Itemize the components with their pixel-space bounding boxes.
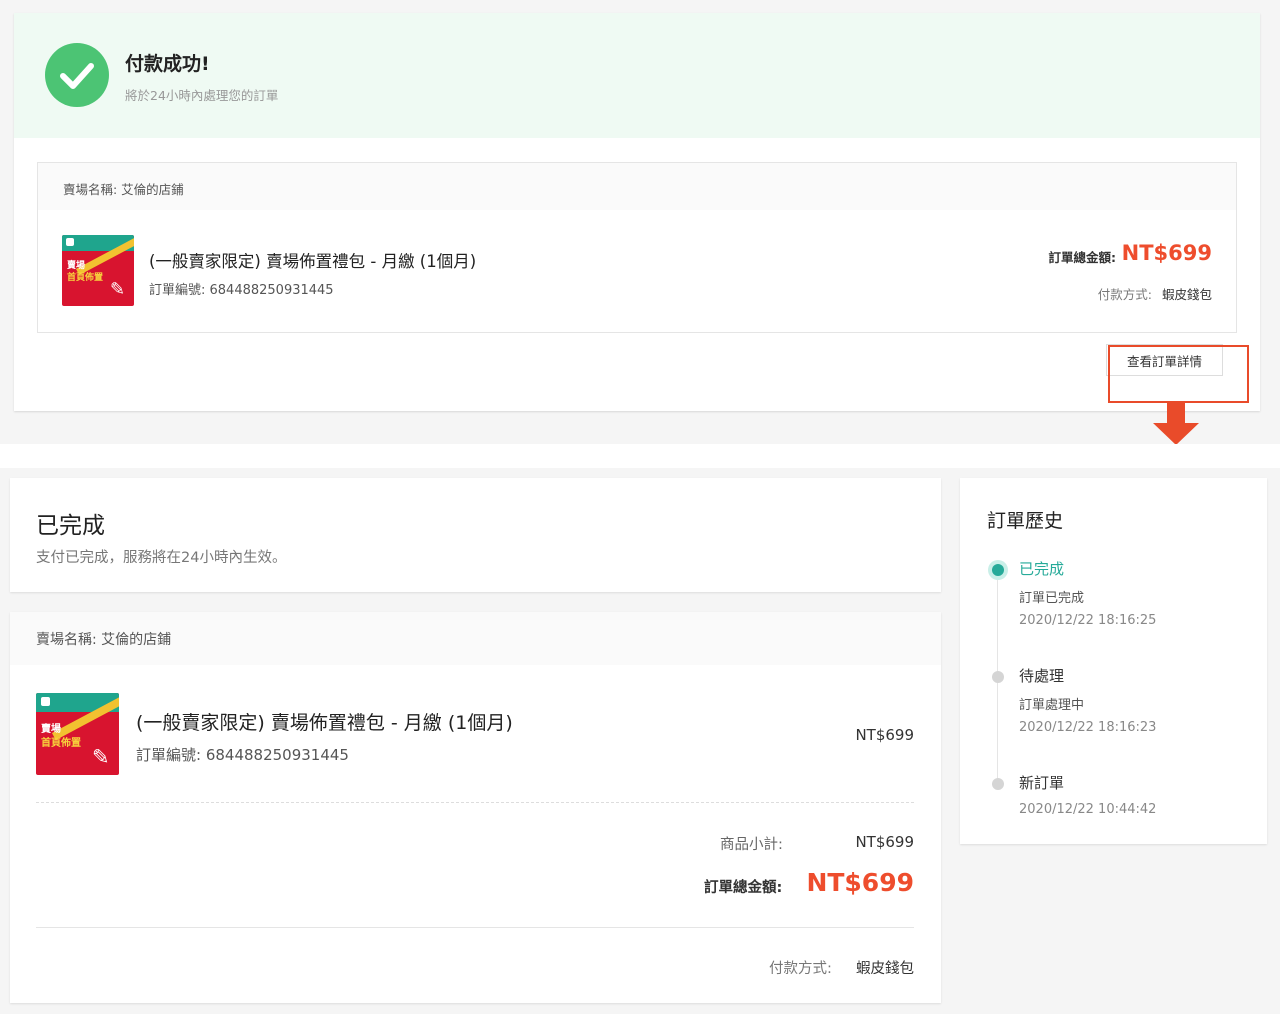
payment-method-label: 付款方式: <box>769 961 832 977</box>
success-banner: 付款成功! 將於24小時內處理您的訂單 <box>14 13 1260 138</box>
order-total-label: 訂單總金額: <box>704 880 783 896</box>
order-status-card: 已完成 支付已完成，服務將在24小時內生效。 <box>10 478 941 592</box>
item-price: NT$699 <box>855 726 914 744</box>
product-name: (一般賣家限定) 賣場佈置禮包 - 月繳 (1個月) <box>149 252 477 271</box>
brush-icon: ✎ <box>110 279 126 300</box>
shop-badge-icon <box>66 238 74 246</box>
check-circle-icon <box>45 43 109 107</box>
payment-success-card: 付款成功! 將於24小時內處理您的訂單 賣場名稱: 艾倫的店鋪 賣場 首頁佈置 … <box>14 13 1260 411</box>
section-divider <box>0 444 1280 468</box>
success-title: 付款成功! <box>125 53 210 75</box>
timeline-dot-active-icon <box>992 564 1004 576</box>
subtotal-value: NT$699 <box>855 833 914 851</box>
timeline-event-subtitle: 訂單處理中 <box>1019 698 1085 713</box>
product-thumbnail: 賣場 首頁佈置 ✎ <box>62 235 134 306</box>
view-order-details-button[interactable]: 查看訂單詳情 <box>1106 344 1223 376</box>
payment-success-panel: 付款成功! 將於24小時內處理您的訂單 賣場名稱: 艾倫的店鋪 賣場 首頁佈置 … <box>0 0 1280 445</box>
timeline-event-title: 待處理 <box>1019 667 1065 685</box>
payment-method-value: 蝦皮錢包 <box>856 961 914 977</box>
order-total-value: NT$699 <box>1121 241 1212 265</box>
shop-header: 賣場名稱: 艾倫的店鋪 <box>10 612 941 665</box>
payment-method-row: 付款方式: 蝦皮錢包 <box>1098 284 1212 303</box>
payment-method-value: 蝦皮錢包 <box>1161 287 1212 302</box>
order-number: 訂單編號: 684488250931445 <box>149 283 334 298</box>
order-total-value: NT$699 <box>806 868 914 897</box>
timeline-event-title: 新訂單 <box>1019 774 1065 792</box>
order-history-card: 訂單歷史 已完成 訂單已完成 2020/12/22 18:16:25 待處理 訂… <box>960 478 1267 844</box>
timeline-event-time: 2020/12/22 18:16:25 <box>1019 613 1157 628</box>
timeline-dot-icon <box>992 671 1004 683</box>
shop-header: 賣場名稱: 艾倫的店鋪 <box>38 163 1236 210</box>
shop-name: 賣場名稱: 艾倫的店鋪 <box>63 182 184 197</box>
timeline-event-subtitle: 訂單已完成 <box>1019 591 1085 606</box>
shop-name: 賣場名稱: 艾倫的店鋪 <box>36 632 172 648</box>
product-thumbnail: 賣場 首頁佈置 ✎ <box>36 693 119 775</box>
order-total-label: 訂單總金額: <box>1048 250 1117 265</box>
success-subtitle: 將於24小時內處理您的訂單 <box>125 88 279 103</box>
order-detail-card: 賣場名稱: 艾倫的店鋪 賣場 首頁佈置 ✎ (一般賣家限定) 賣場佈置禮包 - … <box>10 612 941 1003</box>
order-history-title: 訂單歷史 <box>987 510 1064 532</box>
dashed-divider <box>36 802 914 803</box>
timeline-event-time: 2020/12/22 10:44:42 <box>1019 802 1157 817</box>
thumbnail-text-line1: 賣場 <box>41 724 61 735</box>
payment-method-label: 付款方式: <box>1097 287 1152 302</box>
thumbnail-text-line2: 首頁佈置 <box>67 273 104 283</box>
thumbnail-text-line2: 首頁佈置 <box>41 738 81 749</box>
order-status-description: 支付已完成，服務將在24小時內生效。 <box>36 550 287 566</box>
timeline-event-title: 已完成 <box>1019 560 1065 578</box>
divider <box>36 927 914 928</box>
brush-icon: ✎ <box>92 745 110 769</box>
subtotal-label: 商品小計: <box>720 837 783 853</box>
order-status-title: 已完成 <box>36 513 105 539</box>
order-number: 訂單編號: 684488250931445 <box>136 746 349 764</box>
order-summary-box: 賣場名稱: 艾倫的店鋪 賣場 首頁佈置 ✎ (一般賣家限定) 賣場佈置禮包 - … <box>37 162 1237 333</box>
timeline-event-time: 2020/12/22 18:16:23 <box>1019 720 1157 735</box>
shop-badge-icon <box>41 697 50 706</box>
arrow-down-icon <box>1153 403 1199 445</box>
timeline-dot-icon <box>992 778 1004 790</box>
product-name: (一般賣家限定) 賣場佈置禮包 - 月繳 (1個月) <box>136 712 513 734</box>
